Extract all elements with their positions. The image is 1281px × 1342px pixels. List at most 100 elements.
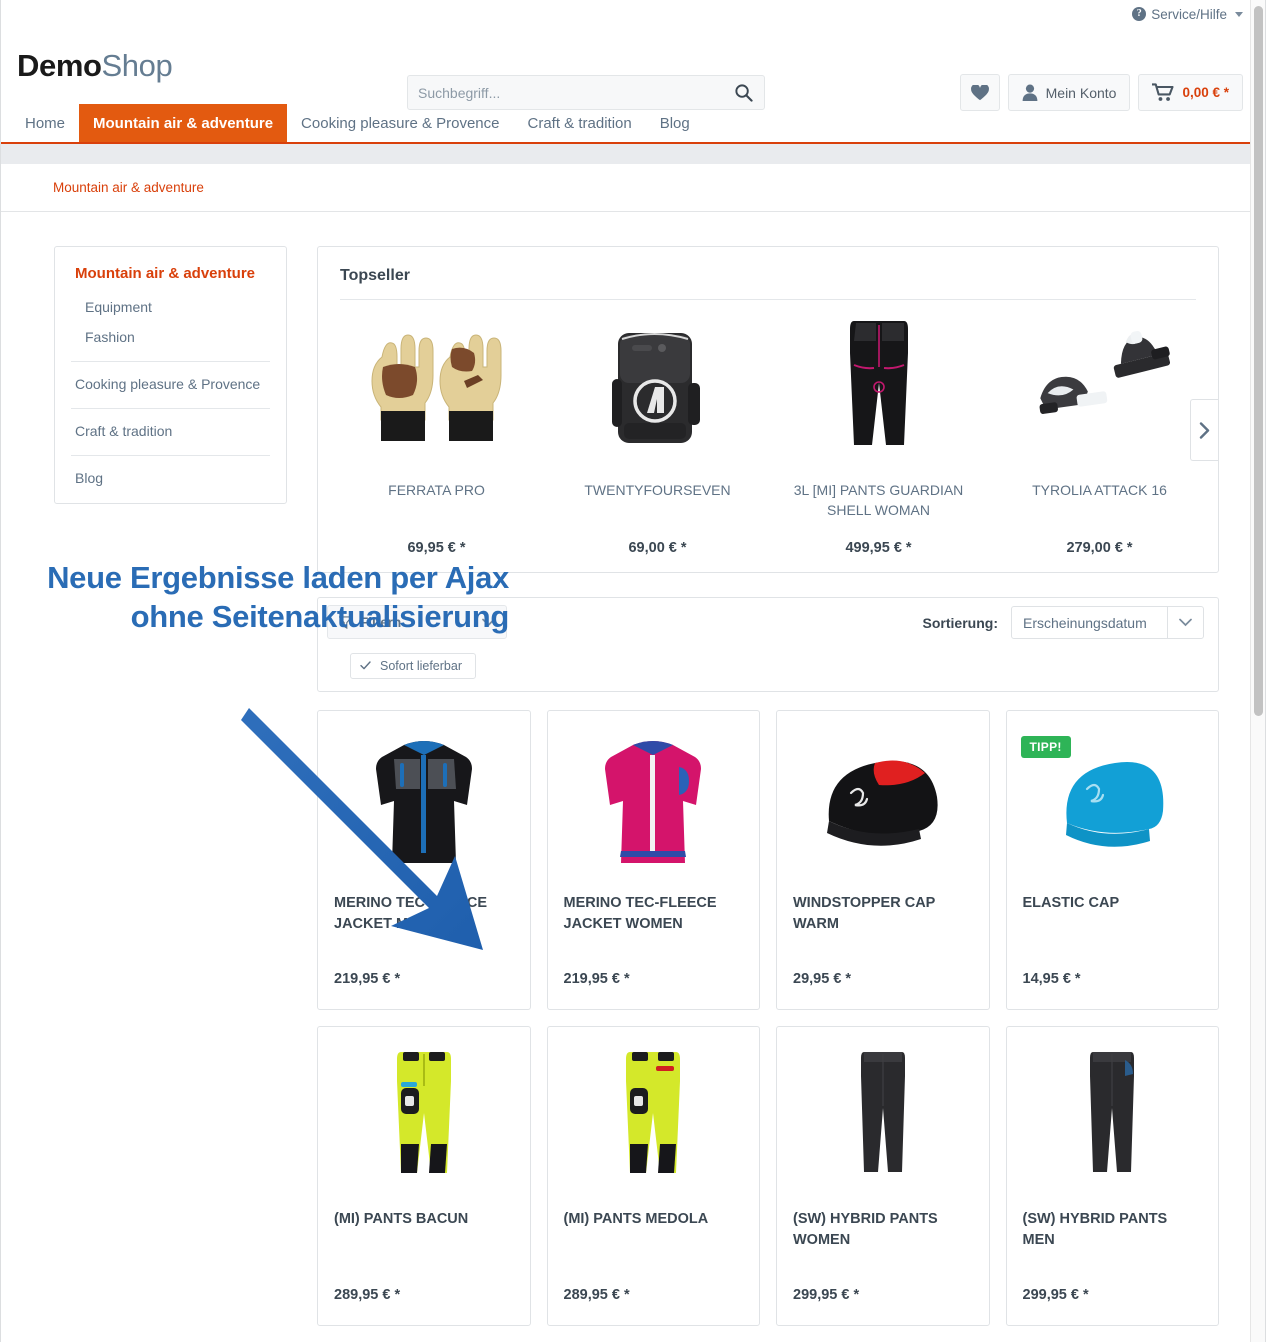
topseller-item[interactable]: TYROLIA ATTACK 16 279,00 € * bbox=[989, 314, 1210, 556]
sidebar-divider bbox=[71, 454, 270, 456]
user-icon bbox=[1022, 84, 1038, 101]
sidebar-item-fashion[interactable]: Fashion bbox=[55, 322, 286, 352]
topseller-next-button[interactable] bbox=[1190, 399, 1218, 461]
site-header: DemoShop Suchbegriff... Mein Konto 0,00 … bbox=[1, 28, 1265, 111]
product-name: WINDSTOPPER CAP WARM bbox=[793, 895, 936, 932]
cart-button[interactable]: 0,00 € * bbox=[1138, 74, 1243, 111]
yellow-ski-pants-image bbox=[396, 1052, 451, 1173]
product-card[interactable]: MERINO TEC-FLEECE JACKET MEN 219,95 € * bbox=[317, 710, 531, 1010]
sidebar-divider bbox=[71, 407, 270, 409]
category-nav-card: Mountain air & adventure Equipment Fashi… bbox=[54, 246, 287, 504]
product-card[interactable]: (SW) HYBRID PANTS MEN 299,95 € * bbox=[1005, 1026, 1219, 1326]
funnel-icon bbox=[339, 615, 352, 629]
site-logo[interactable]: DemoShop bbox=[17, 48, 173, 84]
service-help-label: Service/Hilfe bbox=[1151, 6, 1227, 22]
red-black-beanie-image bbox=[827, 760, 938, 846]
nav-item-mountain-air-adventure[interactable]: Mountain air & adventure bbox=[79, 104, 288, 142]
sidebar-item-mountain-air-adventure[interactable]: Mountain air & adventure bbox=[55, 261, 286, 292]
yellow-ski-pants-2-image bbox=[626, 1052, 681, 1173]
product-card[interactable]: MERINO TEC-FLEECE JACKET WOMEN 219,95 € … bbox=[546, 710, 760, 1010]
logo-light-text: Shop bbox=[101, 48, 173, 83]
topseller-title: Topseller bbox=[340, 267, 410, 284]
topseller-panel: Topseller FERRATA PRO 69,95 € * TWENTYFO… bbox=[317, 246, 1219, 573]
product-image bbox=[334, 1041, 514, 1191]
content-area: Mountain air & adventure Equipment Fashi… bbox=[1, 212, 1265, 1342]
product-price: 69,00 € * bbox=[628, 540, 687, 556]
product-image bbox=[774, 314, 983, 464]
product-image bbox=[793, 725, 973, 875]
breadcrumb-spacer bbox=[1, 144, 1265, 164]
service-help-menu[interactable]: ? Service/Hilfe bbox=[1132, 7, 1243, 22]
product-image bbox=[334, 725, 514, 875]
black-pants-men-image bbox=[1090, 1052, 1135, 1172]
product-name: (SW) HYBRID PANTS MEN bbox=[1022, 1211, 1168, 1248]
product-badge-tipp: TIPP! bbox=[1020, 736, 1071, 758]
product-image bbox=[332, 314, 541, 464]
topseller-item[interactable]: 3L [MI] PANTS GUARDIAN SHELL WOMAN 499,9… bbox=[768, 314, 989, 556]
product-grid: MERINO TEC-FLEECE JACKET MEN 219,95 € * bbox=[317, 710, 1219, 1342]
main-column: Topseller FERRATA PRO 69,95 € * TWENTYFO… bbox=[287, 246, 1265, 1342]
product-price: 499,95 € * bbox=[845, 540, 912, 556]
product-card[interactable]: WINDSTOPPER CAP WARM 29,95 € * bbox=[776, 710, 990, 1010]
product-price: 14,95 € * bbox=[1022, 971, 1081, 987]
product-name: (MI) PANTS MEDOLA bbox=[563, 1211, 709, 1227]
product-card[interactable]: TIPP! ELASTIC CAP 14,95 € * bbox=[1005, 710, 1219, 1010]
sidebar-divider bbox=[71, 361, 270, 362]
product-price: 299,95 € * bbox=[793, 1287, 860, 1303]
product-price: 289,95 € * bbox=[334, 1287, 401, 1303]
filter-chip-sofort-lieferbar[interactable]: Sofort lieferbar bbox=[350, 653, 476, 679]
sidebar-item-craft-tradition[interactable]: Craft & tradition bbox=[55, 418, 286, 446]
wishlist-button[interactable] bbox=[959, 74, 1000, 111]
topseller-item[interactable]: TWENTYFOURSEVEN 69,00 € * bbox=[547, 314, 768, 556]
sorting-control: Sortierung: Erscheinungsdatum bbox=[923, 606, 1204, 639]
product-name: MERINO TEC-FLEECE JACKET WOMEN bbox=[563, 895, 717, 932]
product-image bbox=[553, 314, 762, 464]
product-image bbox=[995, 314, 1204, 464]
header-actions: Mein Konto 0,00 € * bbox=[959, 74, 1243, 111]
account-button[interactable]: Mein Konto bbox=[1007, 74, 1131, 111]
product-image bbox=[564, 1041, 744, 1191]
account-label: Mein Konto bbox=[1045, 84, 1117, 101]
topseller-divider bbox=[340, 299, 1196, 300]
product-price: 69,95 € * bbox=[407, 540, 466, 556]
product-name: 3L [MI] PANTS GUARDIAN SHELL WOMAN bbox=[793, 482, 964, 519]
sidebar-item-cooking-pleasure-provence[interactable]: Cooking pleasure & Provence bbox=[55, 371, 286, 399]
product-price: 289,95 € * bbox=[563, 1287, 630, 1303]
logo-bold-text: Demo bbox=[17, 48, 102, 83]
scrollbar-thumb[interactable] bbox=[1254, 6, 1263, 716]
chevron-down-icon bbox=[1167, 607, 1203, 638]
filter-button[interactable]: Filtern bbox=[327, 605, 507, 639]
product-price: 299,95 € * bbox=[1022, 1287, 1089, 1303]
product-name: (MI) PANTS BACUN bbox=[334, 1211, 469, 1227]
search-box bbox=[407, 75, 765, 110]
shopping-cart-icon bbox=[1152, 83, 1174, 101]
topseller-item[interactable]: FERRATA PRO 69,95 € * bbox=[326, 314, 547, 556]
sidebar-item-blog[interactable]: Blog bbox=[55, 465, 286, 493]
product-name: MERINO TEC-FLEECE JACKET MEN bbox=[334, 895, 488, 932]
nav-item-home[interactable]: Home bbox=[11, 104, 79, 142]
chevron-down-icon bbox=[1235, 11, 1243, 17]
filter-button-label: Filtern bbox=[360, 614, 402, 630]
vertical-scrollbar[interactable] bbox=[1250, 0, 1265, 1342]
product-card[interactable]: (SW) HYBRID PANTS WOMEN 299,95 € * bbox=[776, 1026, 990, 1326]
search-input[interactable] bbox=[408, 84, 722, 101]
product-card[interactable]: (MI) PANTS BACUN 289,95 € * bbox=[317, 1026, 531, 1326]
product-name: ELASTIC CAP bbox=[1022, 895, 1120, 911]
breadcrumb: Mountain air & adventure bbox=[1, 164, 1265, 212]
product-price: 219,95 € * bbox=[334, 971, 401, 987]
sorting-selected-value: Erscheinungsdatum bbox=[1023, 614, 1147, 631]
pink-fleece-jacket-image bbox=[605, 740, 702, 863]
search-icon bbox=[734, 84, 753, 102]
breadcrumb-current-link[interactable]: Mountain air & adventure bbox=[53, 180, 204, 195]
sidebar-item-equipment[interactable]: Equipment bbox=[55, 292, 286, 322]
listing-toolbar: Filtern Sofort lieferbar Sortierung: Ers… bbox=[317, 597, 1219, 692]
product-name: (SW) HYBRID PANTS WOMEN bbox=[793, 1211, 938, 1248]
product-image bbox=[564, 725, 744, 875]
sorting-select[interactable]: Erscheinungsdatum bbox=[1011, 606, 1204, 639]
question-circle-icon: ? bbox=[1132, 7, 1147, 21]
filter-chip-label: Sofort lieferbar bbox=[380, 659, 462, 673]
black-pink-ski-pants-image bbox=[849, 320, 908, 445]
product-card[interactable]: (MI) PANTS MEDOLA 289,95 € * bbox=[546, 1026, 760, 1326]
search-submit-button[interactable] bbox=[722, 76, 764, 109]
black-blue-fleece-jacket-image bbox=[375, 740, 472, 863]
